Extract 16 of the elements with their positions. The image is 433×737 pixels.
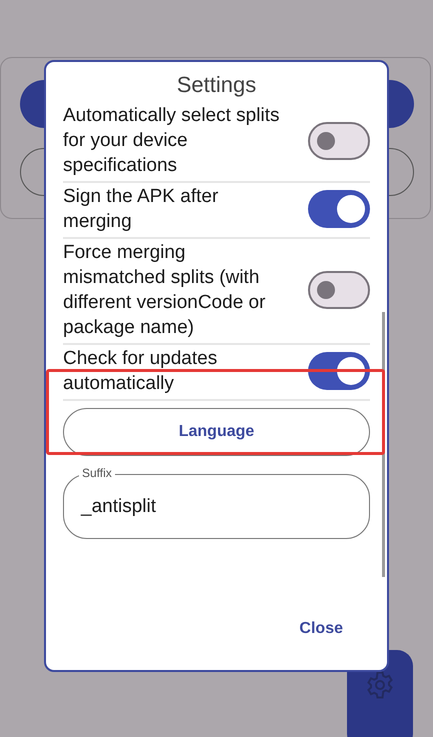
close-button[interactable]: Close — [293, 616, 349, 642]
setting-label: Check for updates automatically — [63, 347, 218, 396]
scrollbar[interactable] — [382, 312, 385, 577]
field-label: Suffix — [79, 466, 115, 480]
field-value: _antisplit — [81, 496, 156, 518]
setting-label: Automatically select splits for your device specifications — [63, 104, 280, 178]
toggle-switch[interactable] — [308, 271, 370, 309]
toggle-switch[interactable] — [308, 190, 370, 228]
toggle-switch[interactable] — [308, 352, 370, 390]
setting-label: Force merging mismatched splits (with different versionCode or package name) — [63, 241, 266, 340]
setting-label: Sign the APK after merging — [63, 185, 220, 234]
language-button[interactable]: Language — [63, 408, 370, 456]
suffix-field[interactable]: Suffix _antisplit — [63, 466, 370, 539]
dialog-title: Settings — [176, 71, 258, 99]
settings-icon — [365, 670, 395, 700]
toggle-switch[interactable] — [308, 122, 370, 160]
